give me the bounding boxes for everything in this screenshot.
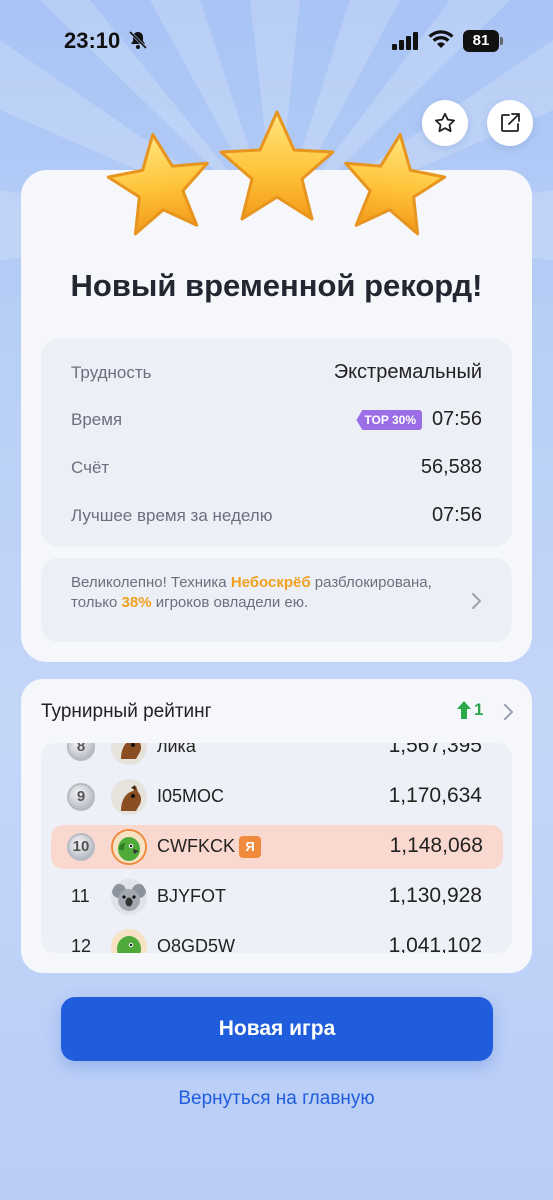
tournament-ranking-card[interactable]: Турнирный рейтинг 1 8 лика 1,567,395 9 I… [21,679,532,973]
bell-off-icon [128,30,148,50]
stats-panel: Трудность Экстремальный Время TOP 30% 07… [41,339,512,547]
chevron-right-icon [472,593,481,609]
stat-label: Время [71,410,123,429]
horse-avatar-icon [111,779,147,815]
technique-info-panel[interactable]: Великолепно! Техника Небоскрёб разблокир… [41,558,512,642]
stat-row-score: Счёт 56,588 [41,454,512,484]
status-bar: 23:10 81 [0,0,553,80]
star-icon [106,133,209,236]
wifi-icon [428,30,454,48]
stat-label: Лучшее время за неделю [71,506,273,525]
status-time: 23:10 [64,28,121,53]
top-percent-badge: TOP 30% [356,410,422,430]
technique-percent: 38% [121,594,152,611]
stat-row-best-week: Лучшее время за неделю 07:56 [41,502,512,532]
current-player-badge: Я [239,836,261,858]
result-title: Новый временной рекорд! [70,268,483,303]
chevron-right-icon [504,704,513,720]
stat-value: 07:56 [431,408,482,430]
player-name: CWFKCK [157,836,235,856]
new-game-button[interactable]: Новая игра [61,997,493,1061]
avatar [111,743,147,765]
star-icon [219,110,335,221]
battery-indicator: 81 [463,30,499,52]
rank-medal: 8 [67,743,95,761]
technique-name: Небоскрёб [230,574,311,591]
ranking-row[interactable]: 11 BJYFOT 1,130,928 [41,875,512,919]
avatar [111,879,147,915]
rank-number: 11 [71,886,90,906]
player-name: O8GD5W [157,936,236,953]
stat-value: 56,588 [420,456,482,478]
stat-label: Трудность [71,363,152,382]
stat-value: Экстремальный [333,361,482,383]
player-score: 1,041,102 [388,934,482,953]
ranking-row[interactable]: 12 O8GD5W 1,041,102 [41,925,512,953]
star-icon [344,133,447,236]
player-score: 1,148,068 [389,834,483,857]
stat-label: Счёт [71,458,110,477]
avatar [111,829,147,865]
avatar [111,929,147,953]
ranking-row[interactable]: 9 I05MOC 1,170,634 [41,775,512,819]
ranking-row[interactable]: 8 лика 1,567,395 [41,743,512,769]
arrow-up-icon [457,701,471,719]
ranking-list[interactable]: 8 лика 1,567,395 9 I05MOC 1,170,634 10 C… [41,743,512,953]
player-score: 1,130,928 [388,884,482,907]
koala-avatar-icon [111,879,147,915]
technique-info-text: Великолепно! Техника Небоскрёб разблокир… [71,574,432,611]
stat-value: 07:56 [431,504,482,526]
return-home-link[interactable]: Вернуться на главную [0,1088,553,1110]
avatar [111,779,147,815]
rating-stars [106,110,447,236]
parrot-avatar-icon [111,929,147,953]
parrot-avatar-icon [113,831,145,863]
ranking-title: Турнирный рейтинг [41,701,212,722]
horse-avatar-icon [111,743,147,765]
rank-medal: 10 [67,833,95,861]
rank-change-value: 1 [474,700,484,719]
player-name: лика [157,743,196,756]
rank-number: 12 [71,936,92,953]
player-score: 1,170,634 [388,784,482,807]
share-button[interactable] [487,100,533,146]
cellular-signal-icon [392,32,418,50]
player-name: BJYFOT [157,886,227,906]
rank-medal: 9 [67,783,95,811]
battery-tip [500,37,503,45]
rank-change: 1 [456,700,483,720]
player-score: 1,567,395 [388,743,482,757]
share-icon [501,113,520,132]
stat-row-time: Время TOP 30% 07:56 [41,406,512,436]
stat-row-difficulty: Трудность Экстремальный [41,359,512,389]
ranking-row-current-player[interactable]: 10 CWFKCK Я 1,148,068 [51,825,503,869]
player-name: I05MOC [157,786,225,806]
